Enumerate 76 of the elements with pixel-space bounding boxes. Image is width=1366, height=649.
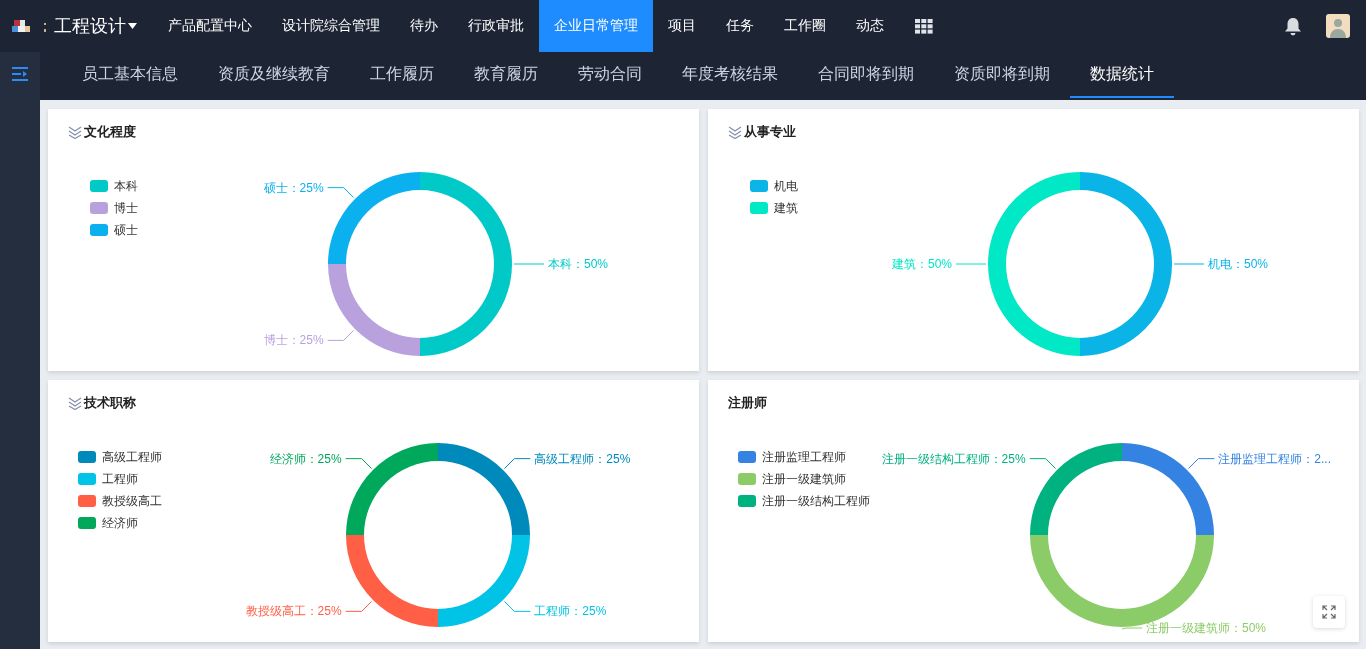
leader-line xyxy=(503,458,531,470)
sub-tab[interactable]: 劳动合同 xyxy=(558,52,662,98)
leader-line xyxy=(327,187,355,199)
data-label: 经济师：25% xyxy=(269,451,342,466)
nav-tab[interactable]: 工作圈 xyxy=(769,0,841,52)
legend-item[interactable]: 注册一级建筑师 xyxy=(738,471,870,487)
card-title: 从事专业 xyxy=(744,123,796,141)
data-label: 注册一级结构工程师：25% xyxy=(881,451,1026,466)
nav-tab[interactable]: 设计院综合管理 xyxy=(267,0,395,52)
card-title: 注册师 xyxy=(728,394,767,412)
data-label: 注册监理工程师：2... xyxy=(1218,451,1332,466)
sub-tab[interactable]: 资质即将到期 xyxy=(934,52,1070,98)
apps-grid-icon[interactable] xyxy=(915,18,933,34)
nav-tab[interactable]: 行政审批 xyxy=(453,0,539,52)
legend-item[interactable]: 注册监理工程师 xyxy=(738,449,870,465)
caret-icon xyxy=(128,23,137,29)
data-label: 博士：25% xyxy=(263,333,324,348)
sub-tab[interactable]: 工作履历 xyxy=(350,52,454,98)
data-label: 硕士：25% xyxy=(263,180,324,195)
leader-line xyxy=(327,329,355,341)
leader-line xyxy=(513,263,545,265)
donut-slice[interactable] xyxy=(1080,172,1172,356)
leader-line xyxy=(503,600,531,612)
leader-line xyxy=(955,263,987,265)
donut-slice[interactable] xyxy=(1030,443,1122,535)
leader-line xyxy=(1173,263,1205,265)
donut-slice[interactable] xyxy=(438,535,530,627)
data-label: 工程师：25% xyxy=(534,604,607,619)
data-label: 机电：50% xyxy=(1208,257,1269,271)
card-title: 文化程度 xyxy=(84,123,136,141)
leader-line xyxy=(1187,458,1215,470)
donut-slice[interactable] xyxy=(420,172,512,356)
legend-item[interactable]: 机电 xyxy=(750,178,798,194)
sub-tab[interactable]: 合同即将到期 xyxy=(798,52,934,98)
legend-item[interactable]: 注册一级结构工程师 xyxy=(738,493,870,509)
fullscreen-icon xyxy=(1322,605,1336,619)
legend-item[interactable]: 工程师 xyxy=(78,471,162,487)
sub-tab[interactable]: 员工基本信息 xyxy=(62,52,198,98)
legend-item[interactable]: 高级工程师 xyxy=(78,449,162,465)
nav-tab[interactable]: 待办 xyxy=(395,0,453,52)
avatar[interactable] xyxy=(1326,14,1350,38)
donut-slice[interactable] xyxy=(346,535,438,627)
leader-line xyxy=(345,600,373,612)
sub-tab[interactable]: 教育履历 xyxy=(454,52,558,98)
logo-icon xyxy=(12,18,46,34)
nav-tab[interactable]: 任务 xyxy=(711,0,769,52)
data-label: 高级工程师：25% xyxy=(534,451,631,466)
data-label: 本科：50% xyxy=(548,257,609,271)
data-label: 注册一级建筑师：50% xyxy=(1146,621,1267,635)
legend-item[interactable]: 硕士 xyxy=(90,222,138,238)
donut-slice[interactable] xyxy=(328,264,420,356)
leader-line xyxy=(1121,627,1143,630)
donut-slice[interactable] xyxy=(438,443,530,535)
menu-toggle-icon[interactable] xyxy=(12,67,28,81)
donut-slice[interactable] xyxy=(1122,443,1214,535)
nav-tab[interactable]: 产品配置中心 xyxy=(153,0,267,52)
fullscreen-button[interactable] xyxy=(1313,596,1345,628)
nav-tab[interactable]: 项目 xyxy=(653,0,711,52)
data-label: 建筑：50% xyxy=(891,257,952,271)
app-switcher[interactable]: 工程设计 xyxy=(54,0,137,52)
legend-item[interactable]: 博士 xyxy=(90,200,138,216)
bell-icon[interactable] xyxy=(1284,16,1302,36)
leader-line xyxy=(1029,458,1057,470)
sub-tab[interactable]: 资质及继续教育 xyxy=(198,52,350,98)
sub-tab[interactable]: 数据统计 xyxy=(1070,52,1174,98)
donut-slice[interactable] xyxy=(328,172,420,264)
legend-item[interactable]: 建筑 xyxy=(750,200,798,216)
legend-item[interactable]: 教授级高工 xyxy=(78,493,162,509)
donut-slice[interactable] xyxy=(346,443,438,535)
leader-line xyxy=(345,458,373,470)
legend-item[interactable]: 经济师 xyxy=(78,515,162,531)
nav-tab[interactable]: 动态 xyxy=(841,0,899,52)
sub-tab[interactable]: 年度考核结果 xyxy=(662,52,798,98)
legend-item[interactable]: 本科 xyxy=(90,178,138,194)
data-label: 教授级高工：25% xyxy=(245,604,342,619)
card-title: 技术职称 xyxy=(84,394,136,412)
